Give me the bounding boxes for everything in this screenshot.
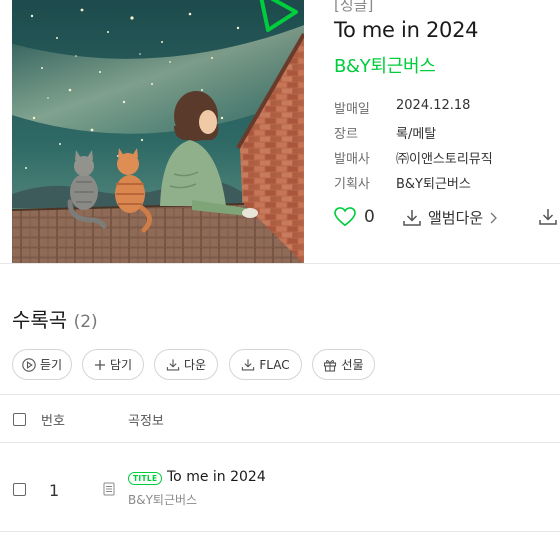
play-button[interactable]: 듣기 [12,349,72,380]
download-icon [539,209,557,225]
album-title: To me in 2024 [334,18,479,42]
download-icon [242,358,255,370]
play-button-label: 듣기 [39,358,63,372]
play-icon [22,357,36,372]
gift-button-label: 선물 [341,358,364,372]
album-download-label: 앨범다운 [428,209,484,227]
album-cover[interactable] [12,0,304,264]
album-actions: 0 앨범다운 [334,207,560,231]
download-icon [403,209,421,226]
flac-download-button[interactable]: FLAC [229,349,302,380]
gift-button[interactable]: 선물 [312,349,375,380]
track-title[interactable]: To me in 2024 [167,469,266,485]
track-number: 1 [49,481,60,500]
album-download-button[interactable]: 앨범다운 [402,207,498,228]
track-checkbox[interactable] [13,483,26,496]
meta-key: 기획사 [334,177,370,192]
meta-key: 발매일 [334,102,370,117]
add-button[interactable]: 담기 [82,349,144,380]
table-row: 1 TITLE To me in 2024 B&Y퇴근버스 [0,444,560,530]
gift-icon [324,359,337,372]
meta-value: 2024.12.18 [396,98,471,113]
download-button-label: 다운 [183,358,207,372]
chevron-right-icon [490,212,498,223]
album-type-label: [싱글] [334,0,374,14]
download-extra-button[interactable] [538,207,558,231]
meta-key: 장르 [334,127,358,142]
section-divider [0,263,560,264]
download-icon [166,358,180,370]
flac-button-label: FLAC [259,357,290,372]
tracklist-title: 수록곡 [12,308,68,332]
column-header-song-info: 곡정보 [128,414,164,429]
column-header-number: 번호 [41,414,65,429]
plus-icon [94,359,105,370]
track-artist[interactable]: B&Y퇴근버스 [128,491,197,508]
select-all-checkbox[interactable] [13,413,26,426]
album-cover-art [12,0,304,264]
table-header: 번호 곡정보 [0,398,560,442]
title-track-badge: TITLE [128,472,163,485]
album-artist-link[interactable]: B&Y퇴근버스 [334,52,436,78]
lyrics-icon[interactable] [103,482,115,496]
add-button-label: 담기 [109,358,133,372]
meta-key: 발매사 [334,152,370,167]
tracklist-heading: 수록곡 (2) [12,304,98,333]
tracklist-count: (2) [73,312,98,332]
table-row-divider [0,531,560,532]
like-button[interactable]: 0 [334,207,375,227]
meta-value: ㈜이앤스토리뮤직 [396,152,493,167]
table-header-divider [0,442,560,443]
meta-value: B&Y퇴근버스 [396,177,471,192]
table-top-divider [0,394,560,395]
download-button[interactable]: 다운 [154,349,218,380]
meta-value: 록/메탈 [396,127,437,142]
heart-icon [334,207,356,227]
like-count: 0 [364,207,375,227]
